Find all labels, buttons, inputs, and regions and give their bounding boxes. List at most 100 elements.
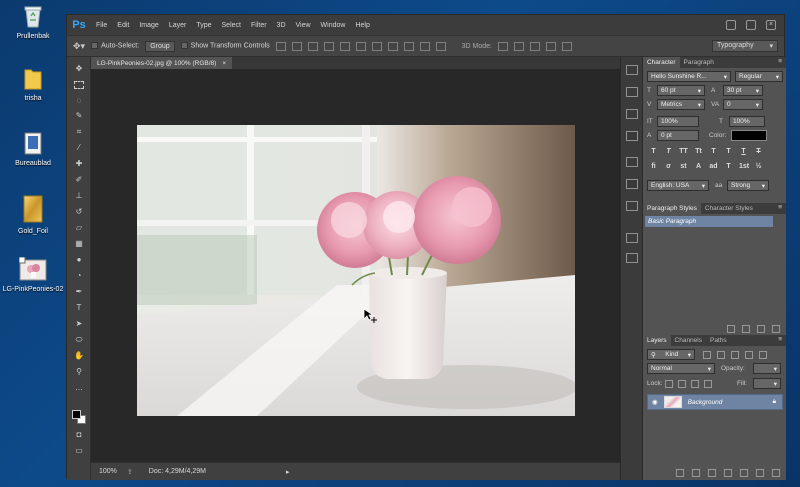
lock-all-icon[interactable] <box>704 380 712 388</box>
foreground-color-swatch[interactable] <box>72 410 81 419</box>
auto-select-checkbox[interactable]: Auto-Select: <box>91 42 139 50</box>
clear-override-icon[interactable] <box>727 325 735 333</box>
adjustments-panel-icon[interactable] <box>626 109 638 119</box>
lock-position-icon[interactable] <box>691 380 699 388</box>
commit-icon[interactable] <box>742 325 750 333</box>
filter-adjustment-icon[interactable] <box>717 351 725 359</box>
align-left-icon[interactable] <box>323 41 334 51</box>
3d-roll-icon[interactable] <box>514 41 525 51</box>
healing-brush-tool-icon[interactable]: ✚ <box>73 158 85 169</box>
old-style-button[interactable]: σ <box>664 163 673 172</box>
tab-layers[interactable]: Layers <box>643 335 671 346</box>
tab-channels[interactable]: Channels <box>671 335 706 346</box>
maximize-button[interactable] <box>746 20 756 30</box>
distribute-top-icon[interactable] <box>371 41 382 51</box>
distribute-center-icon[interactable] <box>387 41 398 51</box>
new-group-icon[interactable] <box>740 469 748 477</box>
font-size-field[interactable]: 60 pt ▾ <box>657 85 705 96</box>
align-right-icon[interactable] <box>355 41 366 51</box>
swatches-panel-icon[interactable] <box>626 157 638 167</box>
desktop-icon-bureaublad[interactable]: Bureaublad <box>0 131 66 167</box>
align-hcenter-icon[interactable] <box>339 41 350 51</box>
titling-alternates-button[interactable]: T <box>724 163 733 172</box>
shape-tool-icon[interactable]: ⬭ <box>73 334 85 345</box>
menu-type[interactable]: Type <box>191 22 216 29</box>
auto-align-icon[interactable] <box>435 41 446 51</box>
swash-button[interactable]: A <box>694 163 703 172</box>
type-tool-icon[interactable]: T <box>73 302 85 313</box>
filter-smart-object-icon[interactable] <box>759 351 767 359</box>
add-mask-icon[interactable] <box>708 469 716 477</box>
pen-tool-icon[interactable]: ✒ <box>73 286 85 297</box>
tab-paths[interactable]: Paths <box>706 335 731 346</box>
quick-mask-icon[interactable]: ◘ <box>73 429 85 440</box>
panel-menu-icon[interactable]: ≡ <box>774 57 786 68</box>
menu-filter[interactable]: Filter <box>246 22 272 29</box>
lasso-tool-icon[interactable]: ◌ <box>73 95 85 106</box>
fill-field[interactable]: ▾ <box>753 378 781 389</box>
distribute-bottom-icon[interactable] <box>403 41 414 51</box>
ligatures-button[interactable]: fi <box>649 163 658 172</box>
screen-mode-icon[interactable]: ▭ <box>73 445 85 456</box>
tab-paragraph[interactable]: Paragraph <box>680 57 718 68</box>
tab-character[interactable]: Character <box>643 57 680 68</box>
zoom-level[interactable]: 100% <box>99 468 117 475</box>
desktop-icon-gold-foil[interactable]: Gold_Foil <box>0 195 66 235</box>
eye-visibility-icon[interactable]: ◉ <box>652 398 658 406</box>
delete-style-icon[interactable] <box>772 325 780 333</box>
opacity-field[interactable]: ▾ <box>753 363 781 374</box>
workspace-switcher[interactable]: Typography ▾ <box>712 40 778 52</box>
brush-tool-icon[interactable]: ✐ <box>73 174 85 185</box>
hand-tool-icon[interactable]: ✋ <box>73 350 85 361</box>
menu-3d[interactable]: 3D <box>272 22 291 29</box>
language-select[interactable]: English: USA ▾ <box>647 180 709 191</box>
subscript-button[interactable]: T <box>724 148 733 157</box>
menu-layer[interactable]: Layer <box>164 22 192 29</box>
menu-window[interactable]: Window <box>316 22 351 29</box>
auto-select-dropdown[interactable]: Group <box>145 40 175 52</box>
tracking-field[interactable]: 0 ▾ <box>723 99 763 110</box>
zoom-tool-icon[interactable]: ⚲ <box>73 366 85 377</box>
delete-layer-icon[interactable] <box>772 469 780 477</box>
ordinals-button[interactable]: 1st <box>739 163 749 172</box>
brush-panel-icon[interactable] <box>626 201 638 211</box>
close-window-button[interactable]: × <box>766 20 776 30</box>
new-style-icon[interactable] <box>757 325 765 333</box>
styles-panel-icon[interactable] <box>626 179 638 189</box>
text-color-swatch[interactable] <box>731 130 767 141</box>
faux-bold-button[interactable]: T <box>649 148 658 157</box>
small-caps-button[interactable]: Tt <box>694 148 703 157</box>
menu-select[interactable]: Select <box>217 22 246 29</box>
minimize-button[interactable] <box>726 20 736 30</box>
share-icon[interactable]: ⇪ <box>127 468 133 476</box>
blur-tool-icon[interactable]: ● <box>73 254 85 265</box>
3d-pan-icon[interactable] <box>530 41 541 51</box>
stylistic-alternates-button[interactable]: ad <box>709 163 718 172</box>
panel-menu-icon[interactable]: ≡ <box>774 335 786 346</box>
strikethrough-button[interactable]: T <box>754 148 763 157</box>
desktop-icon-trisha-folder[interactable]: trisha <box>0 66 66 102</box>
layer-filter-kind[interactable]: ⚲ Kind ▾ <box>647 349 695 360</box>
filter-shape-icon[interactable] <box>745 351 753 359</box>
eraser-tool-icon[interactable]: ▱ <box>73 222 85 233</box>
tab-character-styles[interactable]: Character Styles <box>701 203 757 214</box>
blend-mode-select[interactable]: Normal ▾ <box>647 363 715 374</box>
all-caps-button[interactable]: TT <box>679 148 688 157</box>
3d-slide-icon[interactable] <box>546 41 557 51</box>
align-top-icon[interactable] <box>275 41 286 51</box>
more-tools-icon[interactable]: … <box>73 382 85 393</box>
history-brush-tool-icon[interactable]: ↺ <box>73 206 85 217</box>
tab-paragraph-styles[interactable]: Paragraph Styles <box>643 203 701 214</box>
3d-rotate-icon[interactable] <box>498 41 509 51</box>
discretionary-ligatures-button[interactable]: st <box>679 163 688 172</box>
distribute-left-icon[interactable] <box>419 41 430 51</box>
underline-button[interactable]: T <box>739 148 748 157</box>
character-panel-icon[interactable] <box>626 233 638 243</box>
info-panel-icon[interactable] <box>626 131 638 141</box>
layer-row-background[interactable]: ◉ Background 🔒︎ <box>647 394 783 410</box>
move-tool-icon[interactable]: ✥ <box>73 63 85 74</box>
superscript-button[interactable]: T <box>709 148 718 157</box>
desktop-icon-pink-peonies[interactable]: LG-PinkPeonies-02 <box>0 256 66 293</box>
canvas-area[interactable] <box>91 69 620 462</box>
leading-field[interactable]: 30 pt ▾ <box>723 85 763 96</box>
